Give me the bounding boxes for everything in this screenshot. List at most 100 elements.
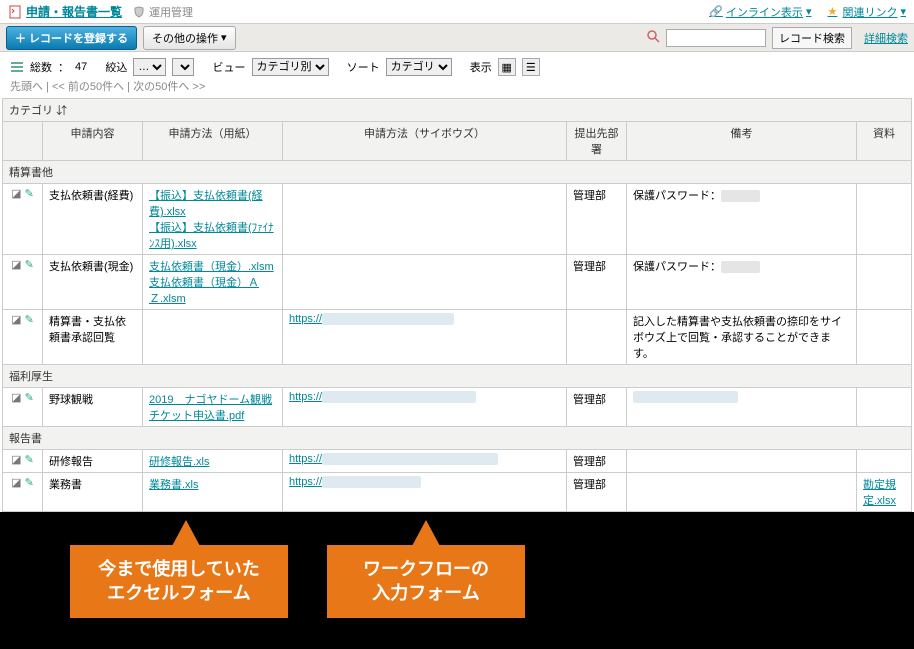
sort-label: ソート <box>347 59 380 75</box>
file-link[interactable]: 2019 ナゴヤドーム観戦チケット申込書.pdf <box>149 394 272 422</box>
cell-materials <box>857 388 912 427</box>
view-label: ビュー <box>213 59 246 75</box>
sort-arrows-icon[interactable]: ⇵ <box>56 105 67 117</box>
detail-icon[interactable]: ◪ <box>11 314 21 326</box>
pager-prev: << 前の50件へ <box>52 81 124 93</box>
search-icon <box>646 29 660 46</box>
group-header: 報告書 <box>3 427 912 450</box>
cell-materials <box>857 450 912 473</box>
table-row: ◪ ✎ 野球観戦2019 ナゴヤドーム観戦チケット申込書.pdf https://x… <box>3 388 912 427</box>
table-row: ◪ ✎業務書業務書.xlshttps://xxxxxxxxxxxxxxxxxx管… <box>3 473 912 512</box>
edit-icon[interactable]: ✎ <box>25 477 34 489</box>
title-bar: 申請・報告書一覧 運用管理 🔗 インライン表示 ▾ ★ 関連リンク ▾ <box>0 0 914 24</box>
inline-view-link[interactable]: 🔗 インライン表示 ▾ <box>709 4 812 20</box>
register-record-button[interactable]: ＋ レコードを登録する <box>6 26 137 50</box>
file-link[interactable]: 支払依頼書（現金）ＡＺ.xlsm <box>149 277 259 305</box>
url-link[interactable]: https://xxxxxxxxxxxxxxxxxx <box>289 476 421 488</box>
search-input[interactable] <box>666 29 766 47</box>
cell-method-cybozu: https://xxxxxxxxxxxxxxxxxx <box>283 473 567 512</box>
group-header: 福利厚生 <box>3 365 912 388</box>
toolbar: ＋ レコードを登録する その他の操作 ▾ レコード検索 詳細検索 <box>0 24 914 52</box>
detail-icon[interactable]: ◪ <box>11 259 21 271</box>
detail-icon[interactable]: ◪ <box>11 454 21 466</box>
view-controls: 総数：47 絞込 … ビュー カテゴリ別 ソート カテゴリ 表示 ▦ ☰ <box>0 52 914 78</box>
sort-select[interactable]: カテゴリ <box>386 58 452 76</box>
file-link[interactable]: 業務書.xls <box>149 479 199 491</box>
detail-icon[interactable]: ◪ <box>11 477 21 489</box>
filter-select[interactable]: … <box>133 58 166 76</box>
related-links[interactable]: ★ 関連リンク ▾ <box>825 4 906 20</box>
col-actions <box>3 122 43 161</box>
view-mode-list[interactable]: ☰ <box>522 58 540 76</box>
detail-icon[interactable]: ◪ <box>11 188 21 200</box>
cell-remarks: xxxxxxxxxxxxxxxxxxx <box>627 388 857 427</box>
cell-method-paper: 研修報告.xls <box>143 450 283 473</box>
cell-content: 野球観戦 <box>43 388 143 427</box>
record-search-button[interactable]: レコード検索 <box>772 27 852 49</box>
display-label: 表示 <box>470 59 492 75</box>
pager: 先頭へ | << 前の50件へ | 次の50件へ >> <box>0 78 914 98</box>
cell-dept: 管理部 <box>567 450 627 473</box>
cell-method-cybozu: https://xxxxxxxxxxxxxxxxxxxxxxxxxxxx <box>283 388 567 427</box>
app-title[interactable]: 申請・報告書一覧 <box>26 3 122 20</box>
annotation-left: 今まで使用していたエクセルフォーム <box>70 545 288 618</box>
total-label: 総数 <box>30 59 52 75</box>
cell-content: 支払依頼書(経費) <box>43 184 143 255</box>
cell-materials <box>857 184 912 255</box>
col-remarks: 備考 <box>627 122 857 161</box>
cell-method-cybozu <box>283 184 567 255</box>
chain-icon: 🔗 <box>709 5 723 19</box>
cell-method-cybozu: https://xxxxxxxxxxxxxxxxxxxxxxxxxxxxxxxx <box>283 450 567 473</box>
other-operations-button[interactable]: その他の操作 ▾ <box>143 26 236 50</box>
cell-remarks <box>627 450 857 473</box>
edit-icon[interactable]: ✎ <box>25 259 34 271</box>
cell-remarks: 保護パスワード：xxxxxxx <box>627 184 857 255</box>
remarks-link[interactable]: xxxxxxxxxxxxxxxxxxx <box>633 391 738 403</box>
cell-method-paper: 業務書.xls <box>143 473 283 512</box>
col-dept: 提出先部署 <box>567 122 627 161</box>
table-row: ◪ ✎支払依頼書(現金)支払依頼書（現金）.xlsm支払依頼書（現金）ＡＺ.xl… <box>3 255 912 310</box>
view-select[interactable]: カテゴリ別 <box>252 58 329 76</box>
cell-materials <box>857 310 912 365</box>
cell-method-cybozu: https://xxxxxxxxxxxxxxxxxxxxxxxx <box>283 310 567 365</box>
cell-dept: 管理部 <box>567 184 627 255</box>
cell-dept <box>567 310 627 365</box>
cell-content: 業務書 <box>43 473 143 512</box>
cell-materials <box>857 255 912 310</box>
list-icon <box>10 60 24 74</box>
cell-materials: 勘定規定.xlsx <box>857 473 912 512</box>
edit-icon[interactable]: ✎ <box>25 314 34 326</box>
url-link[interactable]: https://xxxxxxxxxxxxxxxxxxxxxxxxxxxxxxxx <box>289 453 498 465</box>
table-row: ◪ ✎ 精算書・支払依頼書承認回覧 https://xxxxxxxxxxxxxxxx… <box>3 310 912 365</box>
table-row: ◪ ✎ 研修報告研修報告.xls https://xxxxxxxxxxxxxxxxx… <box>3 450 912 473</box>
cell-content: 研修報告 <box>43 450 143 473</box>
group-header: 精算書他 <box>3 161 912 184</box>
col-method-cybozu: 申請方法（サイボウズ） <box>283 122 567 161</box>
detail-icon[interactable]: ◪ <box>11 392 21 404</box>
edit-icon[interactable]: ✎ <box>25 392 34 404</box>
file-link[interactable]: 支払依頼書（現金）.xlsm <box>149 261 274 273</box>
cell-dept: 管理部 <box>567 388 627 427</box>
view-mode-grid[interactable]: ▦ <box>498 58 516 76</box>
material-link[interactable]: 勘定規定.xlsx <box>863 479 896 507</box>
cell-content: 精算書・支払依頼書承認回覧 <box>43 310 143 365</box>
chevron-down-icon: ▾ <box>221 31 227 44</box>
records-table: カテゴリ ⇵ 申請内容 申請方法（用紙） 申請方法（サイボウズ） 提出先部署 備… <box>2 98 912 512</box>
chevron-down-icon: ▾ <box>806 5 812 18</box>
edit-icon[interactable]: ✎ <box>25 454 34 466</box>
detail-search-link[interactable]: 詳細検索 <box>864 30 908 46</box>
edit-icon[interactable]: ✎ <box>25 188 34 200</box>
cell-remarks: 記入した精算書や支払依頼書の捺印をサイボウズ上で回覧・承認することができます。 <box>627 310 857 365</box>
pager-next: 次の50件へ >> <box>133 81 205 93</box>
management-link[interactable]: 運用管理 <box>132 4 193 20</box>
file-link[interactable]: 【振込】支払依頼書(ﾌｧｲﾅﾝｽ用).xlsx <box>149 222 274 250</box>
col-method-paper: 申請方法（用紙） <box>143 122 283 161</box>
url-link[interactable]: https://xxxxxxxxxxxxxxxxxxxxxxxx <box>289 313 454 325</box>
file-link[interactable]: 研修報告.xls <box>149 456 210 468</box>
col-materials: 資料 <box>857 122 912 161</box>
file-link[interactable]: 【振込】支払依頼書(経費).xlsx <box>149 190 263 218</box>
arrow-icon <box>172 520 200 546</box>
url-link[interactable]: https://xxxxxxxxxxxxxxxxxxxxxxxxxxxx <box>289 391 476 403</box>
filter-select-2[interactable] <box>172 58 194 76</box>
filter-label: 絞込 <box>105 59 127 75</box>
